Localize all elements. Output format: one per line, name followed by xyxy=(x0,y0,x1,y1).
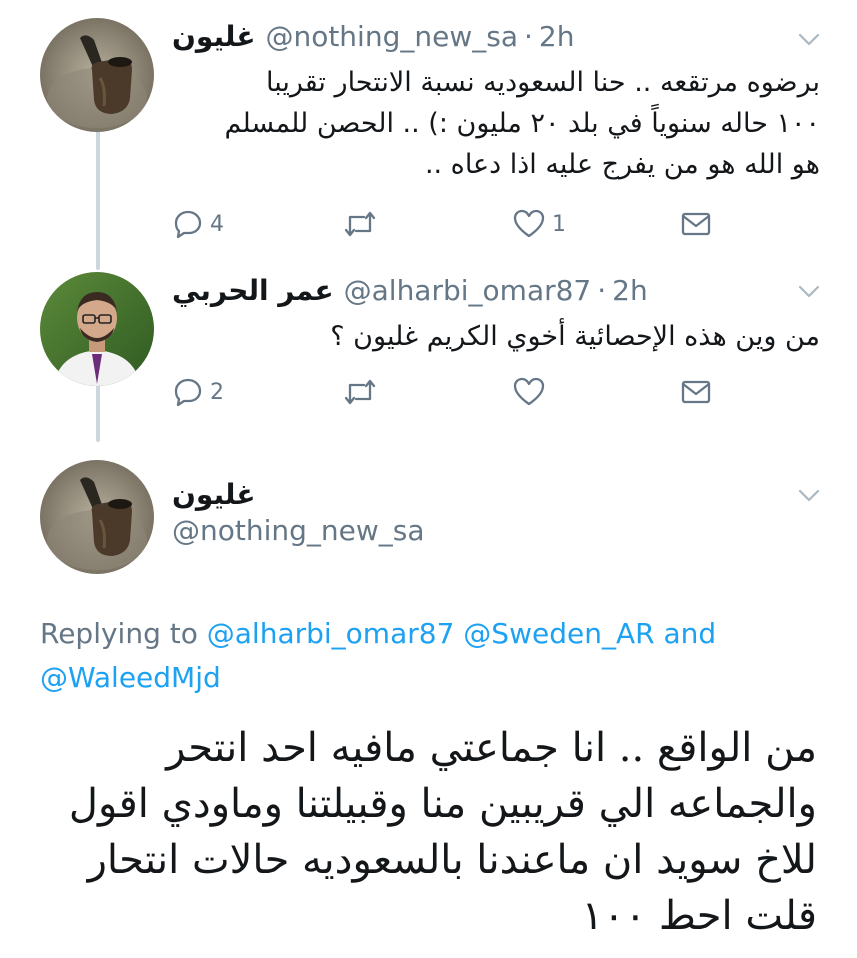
timestamp[interactable]: 2h xyxy=(539,20,575,53)
pipe-avatar-image xyxy=(40,460,154,574)
person-avatar-image xyxy=(40,272,154,386)
tweet-text: برضوه مرتقعه .. حنا السعوديه نسبة الانتح… xyxy=(172,62,821,185)
username[interactable]: @nothing_new_sa xyxy=(172,514,425,547)
reply-icon xyxy=(174,378,202,407)
envelope-icon xyxy=(681,380,711,404)
tweet-text-line: برضوه مرتقعه .. حنا السعوديه نسبة الانتح… xyxy=(265,67,820,98)
chevron-down-icon[interactable] xyxy=(796,278,822,304)
thread-line xyxy=(96,380,100,442)
avatar[interactable] xyxy=(40,460,154,574)
tweet-header: غليون @nothing_new_sa · 2h xyxy=(172,20,574,53)
username[interactable]: @nothing_new_sa xyxy=(265,20,518,53)
display-name[interactable]: غليون xyxy=(172,478,255,511)
author-name-row: غليون xyxy=(172,478,255,511)
mention-link[interactable]: @alharbi_omar87 xyxy=(207,617,455,650)
tweet-text-line: من الواقع .. انا جماعتي مافيه احد انتحر xyxy=(166,725,817,771)
replying-to-label: Replying to xyxy=(40,617,198,650)
tweet-actions: 2 xyxy=(172,376,732,416)
like-button[interactable]: 1 xyxy=(512,208,566,240)
avatar[interactable] xyxy=(40,18,154,132)
tweet-text: من وين هذه الإحصائية أخوي الكريم غليون ؟ xyxy=(172,316,820,357)
avatar[interactable] xyxy=(40,272,154,386)
retweet-icon xyxy=(344,379,376,405)
main-tweet-text: من الواقع .. انا جماعتي مافيه احد انتحر … xyxy=(27,720,817,944)
chevron-down-icon[interactable] xyxy=(796,26,822,52)
reply-button[interactable]: 4 xyxy=(172,208,224,240)
display-name[interactable]: عمر الحربي xyxy=(172,274,334,307)
tweet-actions: 4 1 xyxy=(172,208,732,248)
tweet-text-line: والجماعه الي قريبين منا وقبيلتنا وماودي … xyxy=(68,781,817,827)
reply-icon xyxy=(174,210,202,239)
retweet-button[interactable] xyxy=(342,208,384,240)
timestamp[interactable]: 2h xyxy=(612,274,648,307)
direct-message-button[interactable] xyxy=(680,208,712,240)
reply-button[interactable]: 2 xyxy=(172,376,224,408)
chevron-down-icon[interactable] xyxy=(796,482,822,508)
tweet-text-line: قلت احط ١٠٠ xyxy=(581,893,817,939)
tweet-text-line: ١٠٠ حاله سنوياً في بلد ٢٠ مليون :) .. ال… xyxy=(224,108,821,139)
mention-link[interactable]: @WaleedMjd xyxy=(40,661,221,694)
reply-count: 4 xyxy=(210,211,224,237)
display-name[interactable]: غليون xyxy=(172,20,255,53)
like-button[interactable] xyxy=(512,376,552,408)
heart-icon xyxy=(513,209,545,238)
thread-line xyxy=(96,120,100,270)
tweet-text-line: من وين هذه الإحصائية أخوي الكريم غليون ؟ xyxy=(330,321,820,352)
pipe-avatar-image xyxy=(40,18,154,132)
retweet-button[interactable] xyxy=(342,376,384,408)
reply-count: 2 xyxy=(210,379,224,405)
tweet-text-line: للاخ سويد ان ماعندنا بالسعوديه حالات انت… xyxy=(87,837,817,883)
direct-message-button[interactable] xyxy=(680,376,712,408)
envelope-icon xyxy=(681,212,711,236)
username[interactable]: @alharbi_omar87 xyxy=(344,274,592,307)
tweet-text-line: هو الله هو من يفرج عليه اذا دعاه .. xyxy=(424,149,820,180)
mention-link[interactable]: @Sweden_AR xyxy=(463,617,654,650)
separator-dot: · xyxy=(523,20,533,53)
tweet-header: عمر الحربي @alharbi_omar87 · 2h xyxy=(172,274,648,307)
author-handle-row: @nothing_new_sa xyxy=(172,514,425,547)
replying-to: Replying to @alharbi_omar87 @Sweden_AR a… xyxy=(40,612,830,700)
mention-and[interactable]: and xyxy=(663,617,716,650)
separator-dot: · xyxy=(597,274,607,307)
like-count: 1 xyxy=(552,211,566,237)
retweet-icon xyxy=(344,211,376,237)
heart-icon xyxy=(513,377,545,406)
